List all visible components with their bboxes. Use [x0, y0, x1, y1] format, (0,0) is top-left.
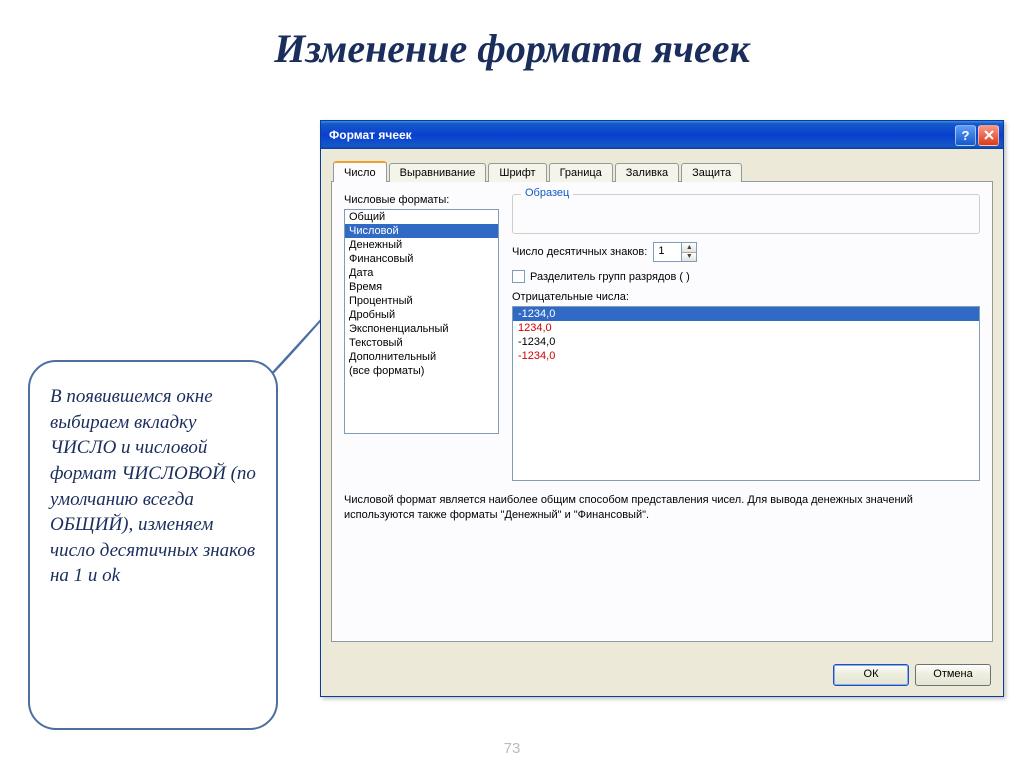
- format-item[interactable]: Время: [345, 280, 498, 294]
- dialog-body: ЧислоВыравниваниеШрифтГраницаЗаливкаЗащи…: [321, 149, 1003, 654]
- format-description: Числовой формат является наиболее общим …: [344, 481, 980, 524]
- dialog-title: Формат ячеек: [329, 128, 953, 142]
- close-icon: [984, 130, 994, 140]
- close-button[interactable]: [978, 125, 999, 146]
- decimals-spinner[interactable]: 1 ▲ ▼: [653, 242, 697, 262]
- format-item[interactable]: (все форматы): [345, 364, 498, 378]
- format-item[interactable]: Процентный: [345, 294, 498, 308]
- slide-title: Изменение формата ячеек: [0, 0, 1024, 90]
- tab-защита[interactable]: Защита: [681, 163, 742, 182]
- tab-заливка[interactable]: Заливка: [615, 163, 679, 182]
- titlebar[interactable]: Формат ячеек ?: [321, 121, 1003, 149]
- format-item[interactable]: Дата: [345, 266, 498, 280]
- negative-item[interactable]: -1234,0: [513, 349, 979, 363]
- negative-label: Отрицательные числа:: [512, 291, 980, 303]
- negative-item[interactable]: -1234,0: [513, 335, 979, 349]
- tab-граница[interactable]: Граница: [549, 163, 613, 182]
- tab-число[interactable]: Число: [333, 161, 387, 182]
- tabstrip: ЧислоВыравниваниеШрифтГраницаЗаливкаЗащи…: [331, 159, 993, 182]
- decimals-value: 1: [658, 245, 664, 257]
- dialog-footer: ОК Отмена: [321, 654, 1003, 696]
- decimals-label: Число десятичных знаков:: [512, 246, 647, 258]
- page-number: 73: [504, 740, 521, 757]
- ok-button[interactable]: ОК: [833, 664, 909, 686]
- sample-label: Образец: [521, 187, 573, 199]
- format-item[interactable]: Текстовый: [345, 336, 498, 350]
- thousands-separator-checkbox[interactable]: [512, 270, 525, 283]
- callout-text: В появившемся окне выбираем вкладку ЧИСЛ…: [50, 386, 256, 586]
- tab-выравнивание[interactable]: Выравнивание: [389, 163, 487, 182]
- format-item[interactable]: Экспоненциальный: [345, 322, 498, 336]
- format-item[interactable]: Финансовый: [345, 252, 498, 266]
- format-item[interactable]: Дополнительный: [345, 350, 498, 364]
- format-item[interactable]: Общий: [345, 210, 498, 224]
- separator-label: Разделитель групп разрядов ( ): [530, 271, 690, 283]
- format-item[interactable]: Дробный: [345, 308, 498, 322]
- tab-шрифт[interactable]: Шрифт: [488, 163, 546, 182]
- spin-down-icon[interactable]: ▼: [682, 253, 696, 262]
- negative-item[interactable]: -1234,0: [513, 307, 979, 321]
- cancel-button[interactable]: Отмена: [915, 664, 991, 686]
- tab-panel-number: Числовые форматы: ОбщийЧисловойДенежныйФ…: [331, 182, 993, 642]
- spin-up-icon[interactable]: ▲: [682, 243, 696, 253]
- sample-group: Образец: [512, 194, 980, 234]
- number-formats-list[interactable]: ОбщийЧисловойДенежныйФинансовыйДатаВремя…: [344, 209, 499, 434]
- callout-box: В появившемся окне выбираем вкладку ЧИСЛ…: [28, 360, 278, 730]
- format-item[interactable]: Числовой: [345, 224, 498, 238]
- negative-item[interactable]: 1234,0: [513, 321, 979, 335]
- format-item[interactable]: Денежный: [345, 238, 498, 252]
- format-cells-dialog: Формат ячеек ? ЧислоВыравниваниеШрифтГра…: [320, 120, 1004, 697]
- help-button[interactable]: ?: [955, 125, 976, 146]
- formats-label: Числовые форматы:: [344, 194, 499, 206]
- negative-numbers-list[interactable]: -1234,01234,0-1234,0-1234,0: [512, 306, 980, 481]
